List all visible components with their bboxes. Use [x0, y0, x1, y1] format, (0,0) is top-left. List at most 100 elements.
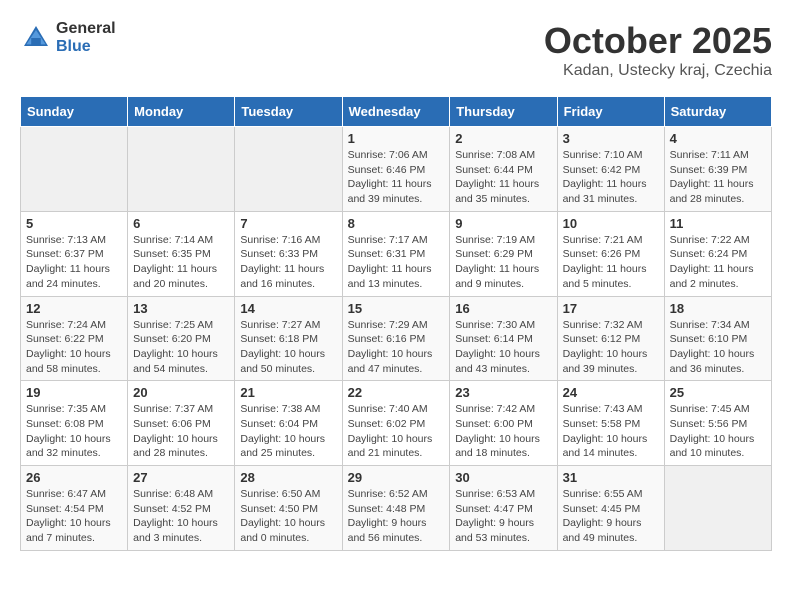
day-number: 19 — [26, 385, 122, 400]
calendar-cell: 21 Sunrise: 7:38 AMSunset: 6:04 PMDayligh… — [235, 381, 342, 466]
day-info: Sunrise: 7:10 AMSunset: 6:42 PMDaylight:… — [563, 148, 659, 207]
logo-general-text: General — [56, 20, 116, 38]
calendar-cell: 7 Sunrise: 7:16 AMSunset: 6:33 PMDaylight… — [235, 211, 342, 296]
day-number: 30 — [455, 470, 551, 485]
day-number: 20 — [133, 385, 229, 400]
day-info: Sunrise: 7:42 AMSunset: 6:00 PMDaylight:… — [455, 402, 551, 461]
calendar-cell: 1 Sunrise: 7:06 AMSunset: 6:46 PMDaylight… — [342, 127, 450, 212]
day-number: 25 — [670, 385, 766, 400]
calendar-cell: 8 Sunrise: 7:17 AMSunset: 6:31 PMDaylight… — [342, 211, 450, 296]
day-number: 13 — [133, 301, 229, 316]
day-number: 24 — [563, 385, 659, 400]
day-number: 22 — [348, 385, 445, 400]
calendar-cell: 24 Sunrise: 7:43 AMSunset: 5:58 PMDayligh… — [557, 381, 664, 466]
calendar-cell: 11 Sunrise: 7:22 AMSunset: 6:24 PMDayligh… — [664, 211, 771, 296]
day-info: Sunrise: 7:45 AMSunset: 5:56 PMDaylight:… — [670, 402, 766, 461]
day-info: Sunrise: 7:06 AMSunset: 6:46 PMDaylight:… — [348, 148, 445, 207]
day-info: Sunrise: 7:37 AMSunset: 6:06 PMDaylight:… — [133, 402, 229, 461]
calendar-cell: 25 Sunrise: 7:45 AMSunset: 5:56 PMDayligh… — [664, 381, 771, 466]
day-number: 7 — [240, 216, 336, 231]
day-info: Sunrise: 7:43 AMSunset: 5:58 PMDaylight:… — [563, 402, 659, 461]
weekday-header-sunday: Sunday — [21, 97, 128, 127]
calendar-cell — [128, 127, 235, 212]
calendar-cell: 12Sunrise: 7:24 AMSunset: 6:22 PMDayligh… — [21, 296, 128, 381]
day-info: Sunrise: 7:19 AMSunset: 6:29 PMDaylight:… — [455, 233, 551, 292]
day-number: 21 — [240, 385, 336, 400]
calendar-cell: 13Sunrise: 7:25 AMSunset: 6:20 PMDayligh… — [128, 296, 235, 381]
title-block: October 2025 Kadan, Ustecky kraj, Czechi… — [544, 20, 772, 80]
calendar-cell: 20 Sunrise: 7:37 AMSunset: 6:06 PMDayligh… — [128, 381, 235, 466]
calendar-cell: 3 Sunrise: 7:10 AMSunset: 6:42 PMDaylight… — [557, 127, 664, 212]
day-number: 10 — [563, 216, 659, 231]
day-number: 23 — [455, 385, 551, 400]
day-info: Sunrise: 7:30 AMSunset: 6:14 PMDaylight:… — [455, 318, 551, 377]
calendar-cell: 17Sunrise: 7:32 AMSunset: 6:12 PMDayligh… — [557, 296, 664, 381]
day-number: 18 — [670, 301, 766, 316]
calendar-cell: 15 Sunrise: 7:29 AMSunset: 6:16 PMDayligh… — [342, 296, 450, 381]
calendar-week-4: 26Sunrise: 6:47 AMSunset: 4:54 PMDayligh… — [21, 466, 772, 551]
calendar-cell: 9 Sunrise: 7:19 AMSunset: 6:29 PMDaylight… — [450, 211, 557, 296]
day-number: 28 — [240, 470, 336, 485]
day-number: 6 — [133, 216, 229, 231]
weekday-header-tuesday: Tuesday — [235, 97, 342, 127]
location-text: Kadan, Ustecky kraj, Czechia — [544, 62, 772, 80]
day-info: Sunrise: 6:52 AMSunset: 4:48 PMDaylight:… — [348, 487, 445, 546]
calendar-cell: 14 Sunrise: 7:27 AMSunset: 6:18 PMDayligh… — [235, 296, 342, 381]
calendar-week-0: 1 Sunrise: 7:06 AMSunset: 6:46 PMDaylight… — [21, 127, 772, 212]
day-number: 9 — [455, 216, 551, 231]
day-number: 31 — [563, 470, 659, 485]
day-info: Sunrise: 7:27 AMSunset: 6:18 PMDaylight:… — [240, 318, 336, 377]
weekday-header-monday: Monday — [128, 97, 235, 127]
day-number: 5 — [26, 216, 122, 231]
day-info: Sunrise: 7:21 AMSunset: 6:26 PMDaylight:… — [563, 233, 659, 292]
day-info: Sunrise: 7:34 AMSunset: 6:10 PMDaylight:… — [670, 318, 766, 377]
day-info: Sunrise: 7:40 AMSunset: 6:02 PMDaylight:… — [348, 402, 445, 461]
weekday-header-saturday: Saturday — [664, 97, 771, 127]
day-number: 16 — [455, 301, 551, 316]
calendar-cell: 29 Sunrise: 6:52 AMSunset: 4:48 PMDayligh… — [342, 466, 450, 551]
logo-icon — [20, 22, 52, 54]
day-number: 26 — [26, 470, 122, 485]
logo-text: General Blue — [56, 20, 116, 55]
day-info: Sunrise: 7:24 AMSunset: 6:22 PMDaylight:… — [26, 318, 122, 377]
day-number: 1 — [348, 131, 445, 146]
day-number: 15 — [348, 301, 445, 316]
calendar-cell: 23 Sunrise: 7:42 AMSunset: 6:00 PMDayligh… — [450, 381, 557, 466]
calendar-cell: 2Sunrise: 7:08 AMSunset: 6:44 PMDaylight… — [450, 127, 557, 212]
calendar-cell: 6 Sunrise: 7:14 AMSunset: 6:35 PMDaylight… — [128, 211, 235, 296]
calendar-week-1: 5 Sunrise: 7:13 AMSunset: 6:37 PMDaylight… — [21, 211, 772, 296]
weekday-header-wednesday: Wednesday — [342, 97, 450, 127]
calendar-week-3: 19Sunrise: 7:35 AMSunset: 6:08 PMDayligh… — [21, 381, 772, 466]
calendar-table: SundayMondayTuesdayWednesdayThursdayFrid… — [20, 96, 772, 551]
month-title: October 2025 — [544, 20, 772, 62]
day-number: 3 — [563, 131, 659, 146]
day-info: Sunrise: 7:16 AMSunset: 6:33 PMDaylight:… — [240, 233, 336, 292]
calendar-cell: 28Sunrise: 6:50 AMSunset: 4:50 PMDayligh… — [235, 466, 342, 551]
calendar-week-2: 12Sunrise: 7:24 AMSunset: 6:22 PMDayligh… — [21, 296, 772, 381]
calendar-cell: 27Sunrise: 6:48 AMSunset: 4:52 PMDayligh… — [128, 466, 235, 551]
day-info: Sunrise: 7:38 AMSunset: 6:04 PMDaylight:… — [240, 402, 336, 461]
logo-blue-text: Blue — [56, 38, 116, 56]
day-number: 14 — [240, 301, 336, 316]
day-number: 11 — [670, 216, 766, 231]
day-info: Sunrise: 7:22 AMSunset: 6:24 PMDaylight:… — [670, 233, 766, 292]
day-number: 8 — [348, 216, 445, 231]
day-info: Sunrise: 7:14 AMSunset: 6:35 PMDaylight:… — [133, 233, 229, 292]
weekday-header-friday: Friday — [557, 97, 664, 127]
day-info: Sunrise: 7:17 AMSunset: 6:31 PMDaylight:… — [348, 233, 445, 292]
calendar-cell: 22 Sunrise: 7:40 AMSunset: 6:02 PMDayligh… — [342, 381, 450, 466]
calendar-header: SundayMondayTuesdayWednesdayThursdayFrid… — [21, 97, 772, 127]
day-info: Sunrise: 7:13 AMSunset: 6:37 PMDaylight:… — [26, 233, 122, 292]
calendar-cell: 26Sunrise: 6:47 AMSunset: 4:54 PMDayligh… — [21, 466, 128, 551]
calendar-cell — [664, 466, 771, 551]
day-info: Sunrise: 7:29 AMSunset: 6:16 PMDaylight:… — [348, 318, 445, 377]
day-number: 27 — [133, 470, 229, 485]
day-number: 4 — [670, 131, 766, 146]
weekday-header-thursday: Thursday — [450, 97, 557, 127]
calendar-cell — [21, 127, 128, 212]
calendar-cell: 30Sunrise: 6:53 AMSunset: 4:47 PMDayligh… — [450, 466, 557, 551]
logo: General Blue — [20, 20, 116, 55]
calendar-cell: 19Sunrise: 7:35 AMSunset: 6:08 PMDayligh… — [21, 381, 128, 466]
calendar-cell: 31Sunrise: 6:55 AMSunset: 4:45 PMDayligh… — [557, 466, 664, 551]
day-number: 29 — [348, 470, 445, 485]
